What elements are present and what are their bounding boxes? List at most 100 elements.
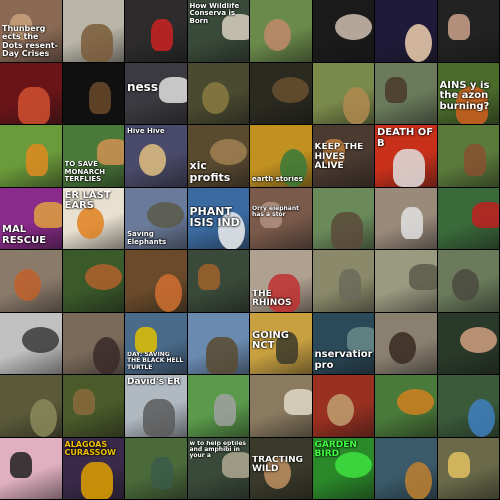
video-thumbnail[interactable]: GOING NCT	[250, 312, 313, 375]
thumbnail-caption: ER LAST EARS	[64, 190, 111, 211]
video-thumbnail[interactable]	[62, 62, 125, 125]
video-thumbnail[interactable]	[437, 437, 500, 500]
video-thumbnail[interactable]: PHANT ISIS IND	[187, 187, 250, 250]
video-thumbnail[interactable]: Hive Hive	[125, 125, 188, 188]
video-thumbnail[interactable]: AINS y is the azon burning?	[437, 62, 500, 125]
video-thumbnail[interactable]	[437, 375, 500, 438]
video-thumbnail[interactable]: MAL RESCUE	[0, 187, 63, 250]
video-thumbnail[interactable]	[0, 437, 63, 500]
thumbnail-subject	[393, 149, 425, 187]
thumbnail-subject	[334, 14, 372, 40]
video-thumbnail[interactable]: ER LAST EARS	[62, 187, 125, 250]
thumbnail-caption: TRACTING WILD	[252, 455, 304, 475]
video-thumbnail[interactable]: ness	[125, 62, 188, 125]
video-thumbnail[interactable]	[312, 62, 375, 125]
video-thumbnail[interactable]	[250, 375, 313, 438]
video-thumbnail[interactable]	[312, 375, 375, 438]
thumbnail-subject	[151, 456, 173, 489]
video-thumbnail[interactable]	[0, 312, 63, 375]
thumbnail-caption: KEEP THE HIVES ALIVE	[314, 143, 364, 172]
video-thumbnail[interactable]	[375, 250, 438, 313]
thumbnail-subject	[88, 81, 111, 114]
thumbnail-caption: xic profits	[189, 160, 231, 184]
video-thumbnail[interactable]: xic profits	[187, 125, 250, 188]
thumbnail-caption: Orry elephant has a stor	[252, 205, 299, 219]
video-thumbnail[interactable]: DEATH OF B	[375, 125, 438, 188]
video-thumbnail[interactable]: How Wildlife Conserva is Born	[187, 0, 250, 63]
thumbnail-subject	[447, 14, 470, 40]
video-thumbnail[interactable]	[312, 250, 375, 313]
thumbnail-subject	[34, 201, 62, 228]
video-thumbnail[interactable]	[312, 0, 375, 63]
video-thumbnail[interactable]	[125, 250, 188, 313]
video-thumbnail[interactable]	[375, 312, 438, 375]
thumbnail-caption: MAL RESCUE	[2, 225, 47, 246]
video-thumbnail[interactable]	[312, 187, 375, 250]
video-thumbnail[interactable]: THE RHINOS	[250, 250, 313, 313]
video-thumbnail[interactable]	[375, 62, 438, 125]
thumbnail-subject	[205, 336, 238, 375]
thumbnail-caption: Thunberg ects the Dots resent-Day Crises	[2, 24, 58, 59]
thumbnail-caption: w to help eptiles and amphibi in your a	[189, 440, 246, 460]
thumbnail-subject	[201, 81, 229, 114]
video-thumbnail[interactable]	[437, 125, 500, 188]
thumbnail-subject	[147, 201, 184, 228]
video-thumbnail[interactable]: ALAGOAS CURASSOW	[62, 437, 125, 500]
video-thumbnail[interactable]: nservation pro	[312, 312, 375, 375]
video-thumbnail[interactable]: DAY: SAVING THE BLACK HELL TURTLE	[125, 312, 188, 375]
video-thumbnail[interactable]: Saving Elephants	[125, 187, 188, 250]
video-thumbnail[interactable]: TRACTING WILD	[250, 437, 313, 500]
thumbnail-caption: Hive Hive	[127, 128, 165, 135]
video-thumbnail[interactable]	[62, 375, 125, 438]
thumbnail-subject	[463, 144, 486, 176]
thumbnail-subject	[338, 269, 361, 301]
video-thumbnail[interactable]	[437, 312, 500, 375]
video-thumbnail[interactable]	[437, 187, 500, 250]
video-thumbnail[interactable]	[0, 375, 63, 438]
thumbnail-subject	[151, 19, 173, 51]
thumbnail-subject	[139, 144, 166, 176]
video-thumbnail[interactable]	[375, 187, 438, 250]
video-thumbnail[interactable]	[250, 62, 313, 125]
video-thumbnail[interactable]	[437, 250, 500, 313]
thumbnail-subject	[26, 144, 48, 176]
video-thumbnail[interactable]	[375, 437, 438, 500]
thumbnail-caption: GOING NCT	[252, 330, 290, 352]
thumbnail-subject	[401, 206, 423, 239]
thumbnail-subject	[385, 76, 407, 103]
video-thumbnail[interactable]	[62, 0, 125, 63]
video-thumbnail[interactable]	[437, 0, 500, 63]
thumbnail-subject	[405, 24, 432, 62]
thumbnail-subject	[14, 269, 41, 301]
video-thumbnail[interactable]: Thunberg ects the Dots resent-Day Crises	[0, 0, 63, 63]
video-thumbnail[interactable]	[375, 375, 438, 438]
video-thumbnail[interactable]	[125, 437, 188, 500]
thumbnail-subject	[459, 326, 497, 353]
video-thumbnail[interactable]	[375, 0, 438, 63]
video-thumbnail[interactable]	[0, 62, 63, 125]
video-thumbnail[interactable]: David's ER	[125, 375, 188, 438]
video-thumbnail[interactable]: w to help eptiles and amphibi in your a	[187, 437, 250, 500]
thumbnail-subject	[92, 336, 120, 375]
video-thumbnail[interactable]	[187, 375, 250, 438]
thumbnail-subject	[397, 389, 434, 415]
thumbnail-caption: PHANT ISIS IND	[189, 205, 240, 230]
video-thumbnail[interactable]: Orry elephant has a stor	[250, 187, 313, 250]
video-thumbnail[interactable]: TO SAVE MONARCH TERFLIES	[62, 125, 125, 188]
thumbnail-subject	[342, 86, 370, 125]
thumbnail-caption: THE RHINOS	[252, 289, 292, 309]
video-thumbnail[interactable]	[62, 250, 125, 313]
video-thumbnail[interactable]	[187, 312, 250, 375]
thumbnail-subject	[22, 326, 59, 353]
video-thumbnail[interactable]	[0, 125, 63, 188]
video-thumbnail[interactable]	[187, 250, 250, 313]
video-thumbnail[interactable]	[125, 0, 188, 63]
video-thumbnail[interactable]	[250, 0, 313, 63]
video-thumbnail[interactable]: KEEP THE HIVES ALIVE	[312, 125, 375, 188]
video-thumbnail[interactable]	[0, 250, 63, 313]
video-thumbnail[interactable]: earth stories	[250, 125, 313, 188]
thumbnail-subject	[197, 264, 220, 290]
video-thumbnail[interactable]	[187, 62, 250, 125]
video-thumbnail[interactable]	[62, 312, 125, 375]
video-thumbnail[interactable]: GARDEN BIRD	[312, 437, 375, 500]
